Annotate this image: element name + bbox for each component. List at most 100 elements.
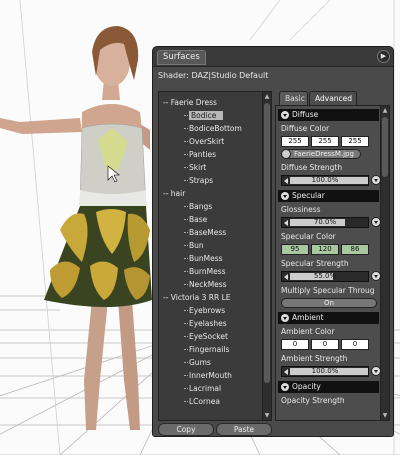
collapse-dash-icon[interactable]: --	[163, 293, 171, 302]
ambient-color-label: Ambient Color	[281, 327, 335, 336]
tab-basic[interactable]: Basic	[279, 91, 308, 105]
ambient-strength-label: Ambient Strength	[281, 354, 348, 363]
diffuse-texture-map[interactable]: FaerieDressM.jpg	[281, 149, 361, 159]
scroll-down-icon[interactable]: ▼	[381, 411, 389, 420]
opacity-strength-label: Opacity Strength	[281, 396, 345, 405]
tree-item-label: hair	[170, 189, 186, 198]
diffuse-color-label: Diffuse Color	[281, 124, 330, 133]
tree-item-label: Bun	[189, 241, 204, 250]
shader-label: Shader:	[158, 71, 189, 80]
tree-item-label: NeckMess	[189, 280, 227, 289]
tree-item[interactable]: LCornea	[159, 395, 263, 408]
tree-item-label: BunMess	[189, 254, 223, 263]
tree-item[interactable]: Gums	[159, 356, 263, 369]
collapse-arrow-icon[interactable]	[281, 111, 289, 119]
tree-item[interactable]: Bun	[159, 239, 263, 252]
collapse-arrow-icon[interactable]	[281, 383, 289, 391]
tree-item-label: Lacrimal	[189, 384, 222, 393]
tree-group[interactable]: -- Victoria 3 RR LE	[159, 291, 263, 304]
slider-value: 55.0%	[313, 272, 337, 280]
tree-item[interactable]: BodiceBottom	[159, 122, 263, 135]
tree-item-label: Gums	[189, 358, 211, 367]
tree-item-label: EyeSocket	[189, 332, 228, 341]
section-diffuse[interactable]: Diffuse	[278, 109, 379, 121]
tree-item-label: Fingernails	[189, 345, 230, 354]
ambient-color-b[interactable]: 0	[341, 339, 369, 350]
diffuse-color-r[interactable]: 255	[281, 136, 309, 147]
tree-item[interactable]: BaseMess	[159, 226, 263, 239]
tree-item[interactable]: Lacrimal	[159, 382, 263, 395]
tree-item[interactable]: BurnMess	[159, 265, 263, 278]
tree-item[interactable]: NeckMess	[159, 278, 263, 291]
shader-row: Shader: DAZ|Studio Default	[158, 71, 268, 80]
specular-strength-slider[interactable]: 55.0%	[281, 271, 369, 282]
tree-scroll-thumb[interactable]	[264, 103, 270, 383]
tree-item[interactable]: Eyelashes	[159, 317, 263, 330]
diffuse-color-g[interactable]: 255	[311, 136, 339, 147]
tree-item[interactable]: OverSkirt	[159, 135, 263, 148]
shader-value: DAZ|Studio Default	[191, 71, 269, 80]
collapse-dash-icon[interactable]: --	[163, 98, 171, 107]
section-specular[interactable]: Specular	[278, 190, 379, 202]
tree-item[interactable]: EyeSocket	[159, 330, 263, 343]
tree-item-label: Base	[189, 215, 208, 224]
copy-button[interactable]: Copy	[158, 423, 214, 436]
tree-item-label: Bodice	[189, 111, 224, 120]
diffuse-color-b[interactable]: 255	[341, 136, 369, 147]
surfaces-pane: Surfaces ▶ Shader: DAZ|Studio Default --…	[152, 46, 394, 437]
tree-item-label: Panties	[189, 150, 217, 159]
scroll-up-icon[interactable]: ▲	[381, 106, 389, 115]
scroll-down-icon[interactable]: ▼	[263, 411, 271, 420]
collapse-arrow-icon[interactable]	[281, 192, 289, 200]
collapse-arrow-icon[interactable]	[281, 314, 289, 322]
multiply-specular-toggle[interactable]: On	[281, 298, 377, 308]
ambient-color-r[interactable]: 0	[281, 339, 309, 350]
texture-map-icon[interactable]	[282, 150, 291, 158]
tree-item-label: Faerie Dress	[170, 98, 217, 107]
tree-item-label: InnerMouth	[189, 371, 232, 380]
surfaces-tab[interactable]: Surfaces	[157, 50, 206, 65]
tree-item[interactable]: Eyebrows	[159, 304, 263, 317]
tree-item-label: Bangs	[189, 202, 213, 211]
advanced-properties: Diffuse Diffuse Color 255 255 255 Faerie…	[275, 105, 390, 421]
properties-scroll-thumb[interactable]	[382, 117, 388, 177]
specular-color-g[interactable]: 120	[311, 244, 339, 255]
slider-value: 100.0%	[311, 367, 339, 375]
tree-item-label: Straps	[189, 176, 214, 185]
tree-item-label: Skirt	[189, 163, 207, 172]
properties-panel: Basic Advanced Diffuse Diffuse Color 255…	[275, 91, 390, 435]
glossiness-slider[interactable]: 70.0%	[281, 217, 369, 228]
pane-menu-icon[interactable]: ▶	[377, 50, 390, 63]
pane-titlebar: Surfaces ▶	[153, 47, 393, 67]
tree-item-label: Eyelashes	[189, 319, 227, 328]
tree-item[interactable]: Straps	[159, 174, 263, 187]
section-opacity[interactable]: Opacity	[278, 381, 379, 393]
tree-group[interactable]: -- Faerie Dress	[159, 96, 263, 109]
collapse-dash-icon[interactable]: --	[163, 189, 171, 198]
surface-tree-list: -- Faerie Dress Bodice BodiceBottom OverSki…	[159, 96, 263, 408]
tree-item-label: BurnMess	[189, 267, 226, 276]
tree-scrollbar[interactable]: ▲ ▼	[262, 92, 271, 420]
diffuse-strength-label: Diffuse Strength	[281, 163, 343, 172]
ambient-strength-slider[interactable]: 100.0%	[281, 366, 369, 377]
specular-strength-label: Specular Strength	[281, 259, 349, 268]
tree-item[interactable]: BunMess	[159, 252, 263, 265]
tree-item[interactable]: Bangs	[159, 200, 263, 213]
tab-advanced[interactable]: Advanced	[309, 91, 357, 105]
tree-item[interactable]: Panties	[159, 148, 263, 161]
diffuse-strength-slider[interactable]: 100.0%	[281, 175, 369, 186]
tree-item[interactable]: Skirt	[159, 161, 263, 174]
section-ambient[interactable]: Ambient	[278, 312, 379, 324]
scroll-up-icon[interactable]: ▲	[263, 92, 271, 101]
tree-item[interactable]: Fingernails	[159, 343, 263, 356]
tree-item[interactable]: Base	[159, 213, 263, 226]
tree-item[interactable]: Bodice	[159, 109, 263, 122]
specular-color-r[interactable]: 95	[281, 244, 309, 255]
tree-item[interactable]: InnerMouth	[159, 369, 263, 382]
paste-button[interactable]: Paste	[216, 423, 272, 436]
tree-group[interactable]: -- hair	[159, 187, 263, 200]
specular-color-b[interactable]: 86	[341, 244, 369, 255]
properties-scrollbar[interactable]: ▲ ▼	[380, 106, 389, 420]
ambient-color-g[interactable]: 0	[311, 339, 339, 350]
tree-item-label: Victoria 3 RR LE	[170, 293, 231, 302]
